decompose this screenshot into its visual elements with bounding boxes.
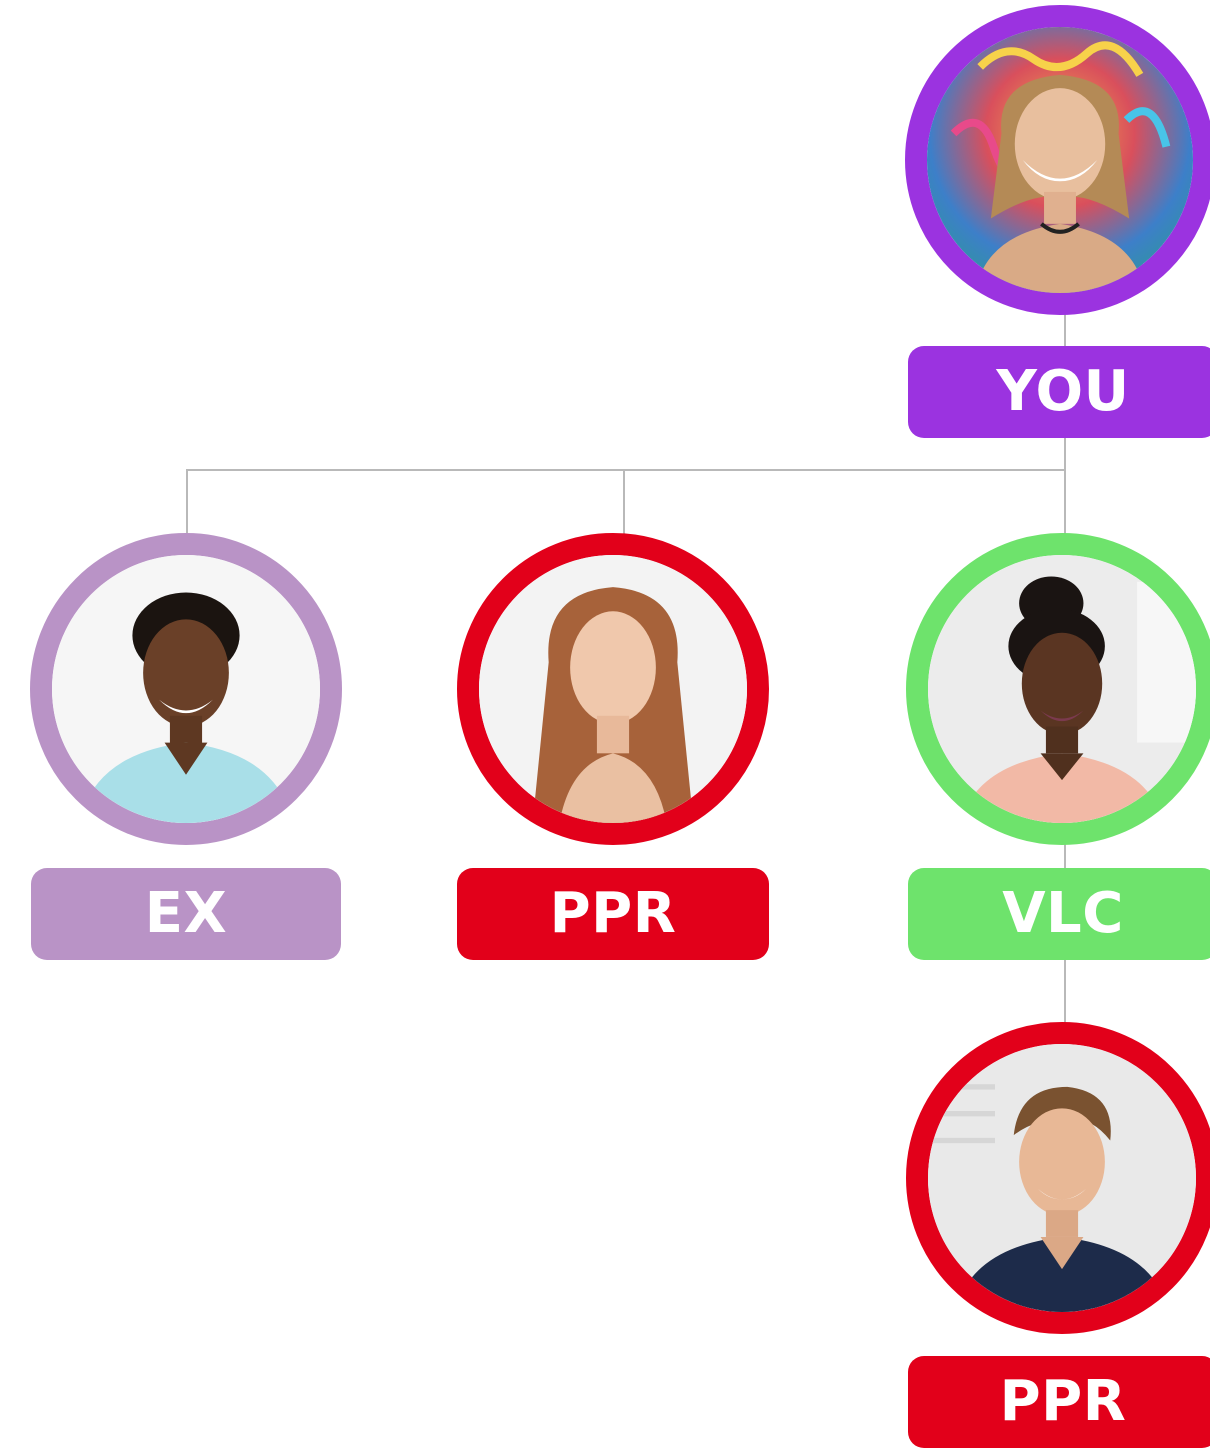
man-portrait-icon <box>52 555 320 823</box>
label-text-you: YOU <box>996 359 1130 424</box>
avatar-ppr-top[interactable] <box>457 533 769 845</box>
label-text-ppr-bottom: PPR <box>999 1369 1127 1434</box>
avatar-vlc[interactable] <box>906 533 1210 845</box>
man-portrait-icon <box>928 1044 1196 1312</box>
woman-portrait-icon <box>927 27 1193 293</box>
avatar-you[interactable] <box>905 5 1210 315</box>
node-label-vlc: VLC <box>908 868 1210 960</box>
connector-vlc-to-ppr-bottom <box>1064 960 1066 1026</box>
label-text-ppr-top: PPR <box>549 881 677 946</box>
woman-portrait-icon <box>928 555 1196 823</box>
node-label-ppr-bottom: PPR <box>908 1356 1210 1448</box>
node-label-you: YOU <box>908 346 1210 438</box>
label-text-vlc: VLC <box>1002 881 1124 946</box>
connector-horizontal-bar <box>186 469 1066 471</box>
connector-to-ex <box>186 469 188 535</box>
woman-portrait-icon <box>479 555 747 823</box>
avatar-ex[interactable] <box>30 533 342 845</box>
avatar-ppr-bottom[interactable] <box>906 1022 1210 1334</box>
label-text-ex: EX <box>144 881 228 946</box>
connector-you-vertical <box>1064 310 1066 348</box>
node-label-ppr-top: PPR <box>457 868 769 960</box>
connector-to-ppr-top <box>623 469 625 535</box>
node-label-ex: EX <box>31 868 341 960</box>
connector-you-to-vlc <box>1064 438 1066 538</box>
